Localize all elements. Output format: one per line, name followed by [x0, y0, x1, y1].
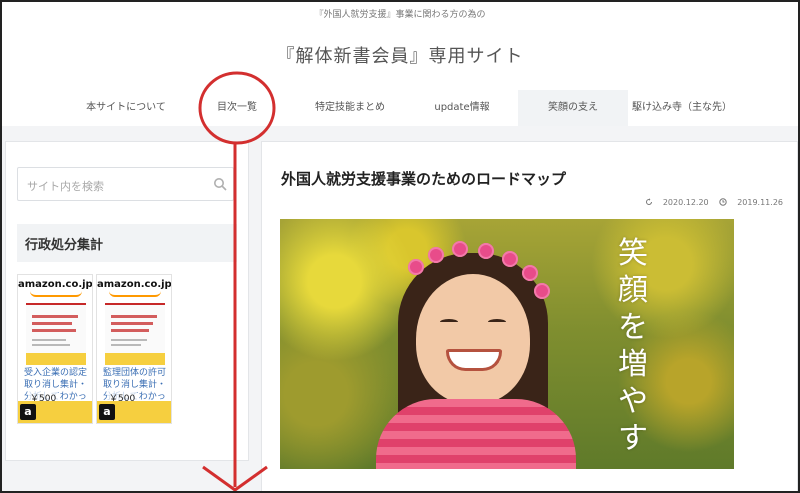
flower-crown [478, 243, 494, 259]
flower-crown [428, 247, 444, 263]
published-date-text: 2019.11.26 [737, 198, 783, 207]
hero-caption-char: や [618, 384, 648, 419]
article-title[interactable]: 外国人就労支援事業のためのロードマップ [281, 168, 566, 189]
girl-eye [488, 319, 506, 325]
nav-item-specified-skills[interactable]: 特定技能まとめ [302, 90, 398, 126]
amazon-badge: a [97, 401, 171, 423]
amazon-badge: a [18, 401, 92, 423]
amazon-smile-icon [30, 291, 82, 297]
flower-crown [452, 241, 468, 257]
nav-item-about[interactable]: 本サイトについて [70, 90, 182, 126]
article-card: 外国人就労支援事業のためのロードマップ 2020.12.20 2019.11.2… [261, 141, 798, 493]
amazon-icon: a [99, 404, 115, 420]
updated-date-text: 2020.12.20 [662, 198, 709, 207]
search-input[interactable]: サイト内を検索 [17, 167, 234, 201]
amazon-smile-icon [109, 291, 161, 297]
girl-shirt [376, 399, 576, 469]
hero-caption-char: を [618, 310, 648, 345]
hero-caption-char: 増 [618, 347, 648, 382]
search-icon[interactable] [213, 177, 227, 191]
main-nav: 本サイトについて 目次一覧 特定技能まとめ update情報 笑顔の支え 駆け込… [0, 90, 800, 126]
girl-eye [440, 319, 458, 325]
hero-image[interactable]: 笑 顔 を 増 や す [280, 219, 734, 469]
nav-item-smile-support[interactable]: 笑顔の支え [518, 90, 628, 126]
nav-item-update[interactable]: update情報 [420, 90, 504, 126]
book-cover [105, 303, 165, 365]
refresh-icon [645, 198, 652, 205]
nav-item-toc[interactable]: 目次一覧 [204, 90, 270, 126]
clock-icon [719, 198, 727, 206]
updated-date: 2020.12.20 [645, 198, 709, 207]
flower-crown [502, 251, 518, 267]
site-title[interactable]: 『解体新書会員』専用サイト [0, 42, 800, 68]
widget-title: 行政処分集計 [25, 238, 104, 253]
flower-crown [408, 259, 424, 275]
book-cover [26, 303, 86, 365]
girl-face [416, 274, 530, 404]
site-tagline: 『外国人就労支援』事業に関わる方の為の [314, 10, 486, 20]
amazon-logo: amazon.co.jp [18, 279, 93, 290]
flower-crown [534, 283, 550, 299]
hero-caption-char: 顔 [618, 273, 648, 308]
article-meta: 2020.12.20 2019.11.26 [637, 198, 783, 207]
flower-crown [522, 265, 538, 281]
amazon-logo: amazon.co.jp [97, 279, 172, 290]
widget-header: 行政処分集計 [17, 224, 237, 262]
published-date: 2019.11.26 [719, 198, 783, 207]
sidebar: サイト内を検索 行政処分集計 amazon.co.jp 受入企業の認定取り消し集… [5, 141, 249, 461]
search-placeholder: サイト内を検索 [27, 180, 104, 193]
amazon-book-card[interactable]: amazon.co.jp 監理団体の許可取り消し集計・分析してわかった5つの原因… [96, 274, 172, 424]
hero-caption: 笑 顔 を 増 や す [616, 235, 650, 457]
nav-item-refuge[interactable]: 駆け込み寺（主な先） [630, 90, 734, 126]
hero-caption-char: す [618, 421, 648, 456]
amazon-book-card[interactable]: amazon.co.jp 受入企業の認定取り消し集計・分析してわかった5つの原因… [17, 274, 93, 424]
hero-caption-char: 笑 [618, 236, 648, 271]
amazon-icon: a [20, 404, 36, 420]
